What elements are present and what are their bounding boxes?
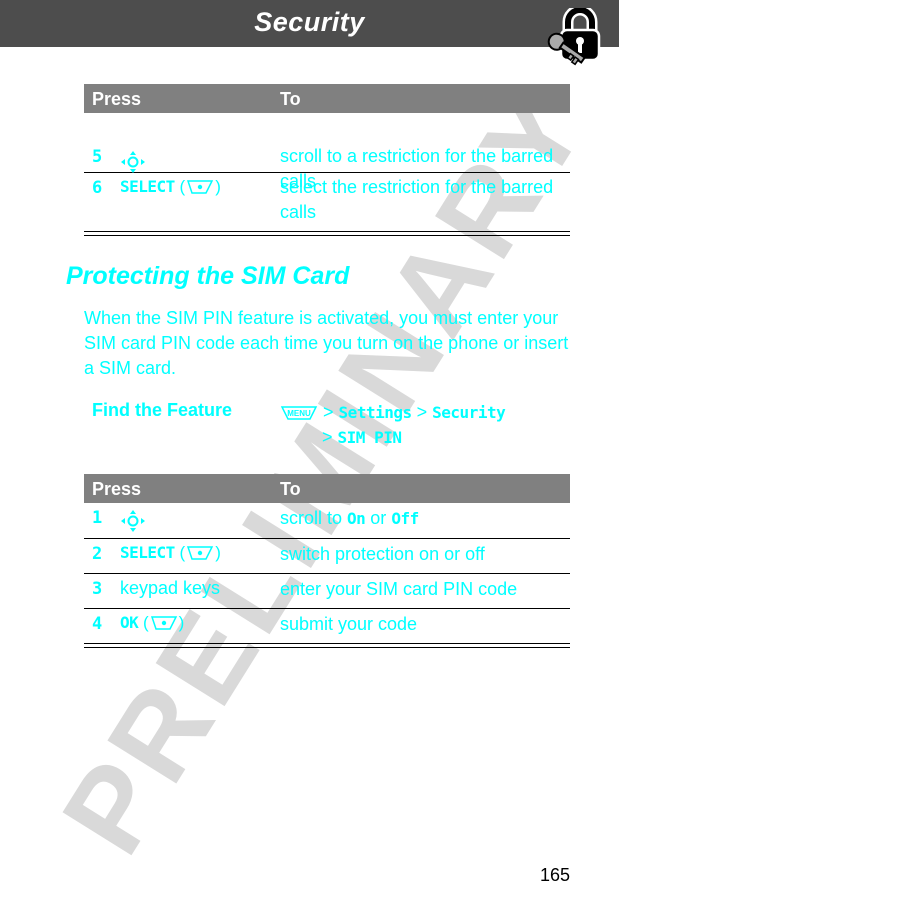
chapter-title: Security	[254, 7, 365, 37]
table-row: 4 OK () submit your code	[84, 609, 570, 644]
step-description: scroll to On or Off	[280, 506, 565, 531]
step-number: 4	[92, 614, 103, 634]
off-option: Off	[391, 509, 419, 528]
find-feature-path: MENU > Settings > Security > SIM PIN	[280, 400, 506, 450]
step-number: 2	[92, 544, 103, 564]
column-header-press: Press	[92, 89, 142, 109]
press-to-table-barring: Press To 5 scroll to a restriction for t…	[84, 84, 570, 236]
soft-key-icon	[187, 546, 214, 560]
table-end-rule	[84, 235, 570, 236]
page-header: Security	[0, 0, 619, 47]
step-description: switch protection on or off	[280, 544, 485, 564]
nav-key-icon	[121, 151, 145, 173]
table-row: 6 SELECT () select the restriction for t…	[84, 173, 570, 232]
column-header-to: To	[280, 89, 301, 109]
step-number: 6	[92, 178, 103, 198]
ok-key-label: OK	[120, 613, 139, 632]
path-item-settings: Settings	[338, 403, 413, 422]
step-description: submit your code	[280, 614, 418, 634]
table-header: Press To	[84, 474, 570, 503]
menu-key-icon: MENU	[280, 406, 318, 420]
table-row: 1 scroll to On or Off	[84, 503, 570, 539]
press-to-table-sim-pin: Press To 1 scroll to On or Off 2 SELECT …	[84, 474, 570, 648]
step-key: SELECT ()	[120, 543, 221, 562]
path-separator: >	[323, 402, 334, 422]
step-key: keypad keys	[120, 578, 221, 598]
step-key: OK ()	[120, 613, 185, 632]
section-body: When the SIM PIN feature is activated, y…	[84, 308, 569, 378]
table-row: 2 SELECT () switch protection on or off	[84, 539, 570, 574]
path-separator: >	[322, 427, 333, 447]
column-header-press: Press	[92, 479, 142, 499]
step-number: 1	[92, 508, 103, 528]
lock-and-key-icon	[547, 8, 601, 66]
section-title: Protecting the SIM Card	[66, 262, 350, 290]
step-number: 5	[92, 147, 103, 167]
select-key-label: SELECT	[120, 177, 175, 196]
select-key-label: SELECT	[120, 543, 175, 562]
table-end-rule	[84, 647, 570, 648]
soft-key-icon	[150, 616, 177, 630]
on-option: On	[347, 509, 366, 528]
desc-text: scroll to	[280, 508, 348, 528]
path-separator: >	[416, 402, 428, 422]
desc-text: or	[365, 508, 392, 528]
step-description: select the restriction for the barred ca…	[280, 177, 554, 222]
column-header-to: To	[280, 479, 301, 499]
table-header: Press To	[84, 84, 570, 113]
table-row: 5 scroll to a restriction for the barred…	[84, 113, 570, 191]
find-feature-label: Find the Feature	[92, 400, 233, 420]
nav-key-icon	[121, 510, 145, 532]
path-item-sim-pin: SIM PIN	[337, 428, 402, 447]
table-row: 3 keypad keys enter your SIM card PIN co…	[84, 574, 570, 609]
path-item-security: Security	[432, 403, 506, 422]
step-number: 3	[92, 579, 103, 599]
svg-text:MENU: MENU	[287, 409, 311, 418]
step-key: SELECT ()	[120, 177, 221, 196]
step-description: enter your SIM card PIN code	[280, 579, 518, 599]
soft-key-icon	[187, 180, 214, 194]
page-number: 165	[540, 865, 571, 885]
